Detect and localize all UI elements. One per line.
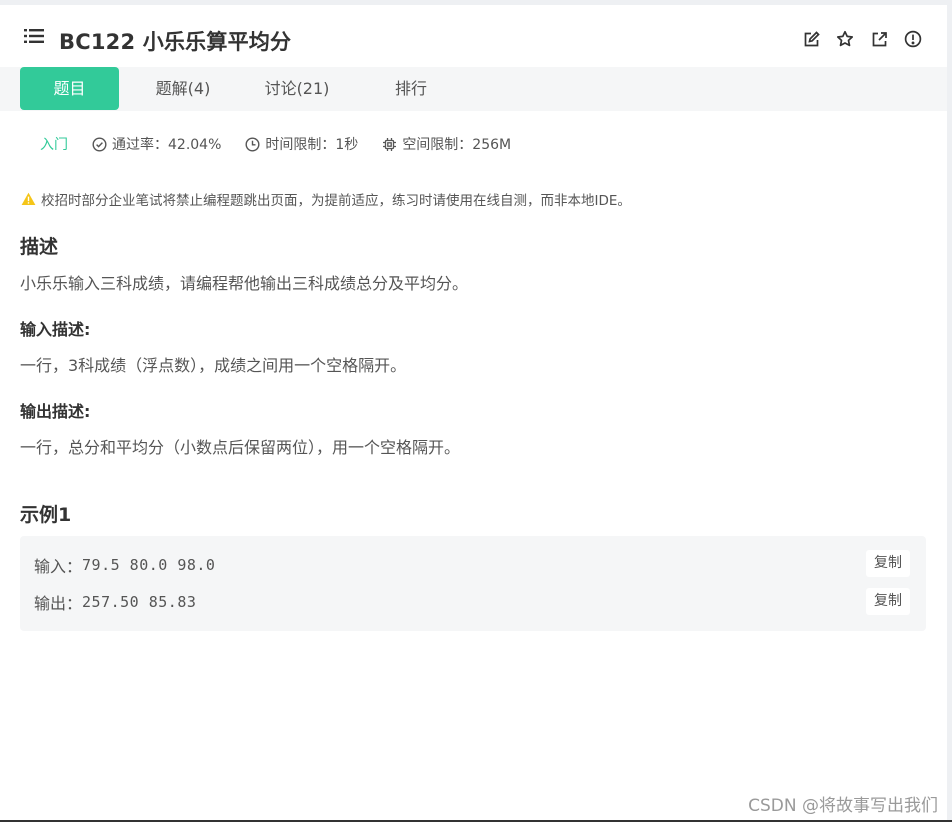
right-edge — [947, 0, 952, 822]
clock-icon — [245, 136, 260, 152]
output-description-heading: 输出描述: — [20, 402, 91, 421]
input-description-heading: 输入描述: — [20, 320, 91, 339]
problem-meta: 入门 通过率：42.04% 时间限制：1秒 空间限制：256M — [40, 134, 535, 154]
check-circle-icon — [92, 136, 107, 152]
output-description-text: 一行，总分和平均分（小数点后保留两位），用一个空格隔开。 — [20, 438, 461, 457]
tab-ranking[interactable]: 排行 — [378, 67, 444, 110]
description-text: 小乐乐输入三科成绩，请编程帮他输出三科成绩总分及平均分。 — [20, 274, 469, 293]
star-icon[interactable] — [836, 30, 854, 48]
edit-icon[interactable] — [802, 30, 820, 48]
external-link-icon[interactable] — [870, 30, 888, 48]
example-output-row: 输出： 257.50 85.83 — [34, 590, 196, 614]
copy-input-button[interactable]: 复制 — [866, 550, 910, 577]
tab-solutions[interactable]: 题解(4) — [140, 67, 226, 110]
warning-icon — [21, 192, 36, 205]
watermark: CSDN @将故事写出我们 — [748, 796, 938, 816]
title-actions — [802, 30, 922, 48]
example-input-value: 79.5 80.0 98.0 — [82, 556, 216, 574]
chip-icon — [383, 137, 397, 151]
tab-discussion[interactable]: 讨论(21) — [251, 67, 343, 110]
difficulty-badge: 入门 — [40, 137, 68, 153]
exam-notice: 校招时部分企业笔试将禁止编程题跳出页面，为提前适应，练习时请使用在线自测，而非本… — [21, 189, 631, 209]
page-title: BC122 小乐乐算平均分 — [59, 30, 292, 54]
copy-output-button[interactable]: 复制 — [866, 588, 910, 615]
time-limit-text: 时间限制：1秒 — [265, 137, 359, 153]
list-icon[interactable] — [24, 28, 44, 44]
example-output-value: 257.50 85.83 — [82, 593, 197, 611]
example-output-label: 输出： — [34, 594, 83, 613]
notice-text: 校招时部分企业笔试将禁止编程题跳出页面，为提前适应，练习时请使用在线自测，而非本… — [41, 193, 631, 209]
example-input-label: 输入： — [34, 557, 83, 576]
description-heading: 描述 — [20, 236, 59, 258]
pass-rate-text: 通过率：42.04% — [112, 137, 222, 153]
time-limit: 时间限制：1秒 — [245, 134, 358, 154]
info-icon[interactable] — [904, 30, 922, 48]
example-heading: 示例1 — [20, 504, 72, 526]
memory-limit: 空间限制：256M — [382, 134, 511, 154]
tab-bar: 题目 题解(4) 讨论(21) 排行 — [0, 67, 947, 111]
pass-rate: 通过率：42.04% — [92, 134, 221, 154]
memory-limit-text: 空间限制：256M — [402, 137, 512, 153]
example-box: 输入： 79.5 80.0 98.0 复制 输出： 257.50 85.83 复… — [20, 536, 926, 631]
input-description-text: 一行，3科成绩（浮点数），成绩之间用一个空格隔开。 — [20, 356, 407, 375]
example-input-row: 输入： 79.5 80.0 98.0 — [34, 553, 215, 577]
tab-problem[interactable]: 题目 — [20, 67, 119, 110]
